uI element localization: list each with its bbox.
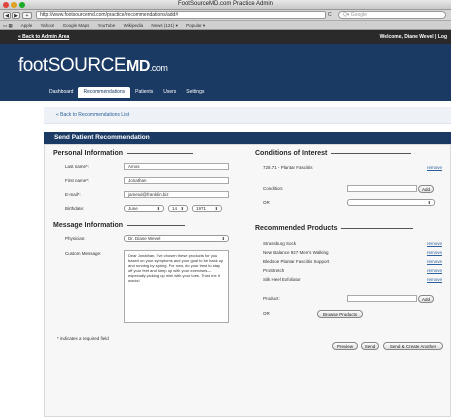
window-title: FootSourceMD.com Practice Admin <box>177 1 274 7</box>
remove-product-link[interactable]: remove <box>427 268 442 273</box>
product-item: Bledsoe Plantar Fasciitis Support <box>263 259 330 264</box>
email-field[interactable]: jamesd@franklin.biz <box>124 191 229 198</box>
bookmark-yahoo[interactable]: Yahoo! <box>40 23 54 28</box>
site-header: « Back to Admin Area Welcome, Diane Weve… <box>0 30 451 101</box>
bookmark-youtube[interactable]: YouTube <box>98 23 116 28</box>
birth-month-select[interactable]: June ⬍ <box>124 205 164 212</box>
remove-product-link[interactable]: remove <box>427 250 442 255</box>
product-or-label: OR <box>263 311 270 316</box>
product-item: ProStretch <box>263 268 285 273</box>
personal-info-heading: Personal Information <box>53 150 194 157</box>
address-bar[interactable]: http://www.footsourcemd.com/practice/rec… <box>36 11 326 19</box>
conditions-heading: Conditions of Interest <box>255 150 412 157</box>
first-name-label: First name*: <box>65 178 90 183</box>
main-nav: Dashboard Recommendations Patients Users… <box>44 87 209 98</box>
physician-label: Physician: <box>65 236 86 241</box>
main-content: « Back to Recommendations List Send Pati… <box>44 101 451 417</box>
chevron-down-icon: ⬍ <box>214 206 218 211</box>
condition-label: Condition: <box>263 186 284 191</box>
show-all-bookmarks-icon[interactable]: ▭ ▦ <box>3 23 13 28</box>
birthdate-label: Birthdate: <box>65 206 85 211</box>
product-item: Strassburg Sock <box>263 241 297 246</box>
remove-product-link[interactable]: remove <box>427 277 442 282</box>
first-name-field[interactable]: Jonathan <box>124 177 229 184</box>
remove-product-link[interactable]: remove <box>427 259 442 264</box>
reload-icon[interactable]: C <box>328 12 332 18</box>
condition-item: 728.71 - Plantar Fasciitis <box>263 165 313 170</box>
product-item: Silk Heel Exfoliator <box>263 277 301 282</box>
back-to-recommendations-link[interactable]: « Back to Recommendations List <box>44 107 451 124</box>
bookmark-news[interactable]: News (121) ▾ <box>151 23 178 28</box>
send-button[interactable]: Send <box>361 342 379 350</box>
last-name-label: Last name*: <box>65 164 90 169</box>
email-label: E-mail*: <box>65 192 81 197</box>
product-item: New Balance 927 Men's Walking <box>263 250 329 255</box>
bookmark-apple[interactable]: Apple <box>21 23 33 28</box>
tab-users[interactable]: Users <box>158 87 181 98</box>
condition-or-label: OR <box>263 200 270 205</box>
birth-day-select[interactable]: 14 ⬍ <box>168 205 188 212</box>
preview-button[interactable]: Preview <box>332 342 358 350</box>
product-input[interactable] <box>347 295 417 302</box>
welcome-text: Welcome, Diane Wevel | Log <box>379 34 447 40</box>
message-info-heading: Message Information <box>53 222 186 229</box>
condition-input[interactable] <box>347 185 417 192</box>
chevron-down-icon: ⬍ <box>156 206 160 211</box>
remove-condition-link[interactable]: remove <box>427 165 442 170</box>
bookmark-google-maps[interactable]: Google Maps <box>63 23 90 28</box>
physician-select[interactable]: Dr. Diane Wevel ⬍ <box>124 235 229 242</box>
last-name-field[interactable]: Amos <box>124 163 229 170</box>
tab-recommendations[interactable]: Recommendations <box>78 87 131 98</box>
back-to-admin-link[interactable]: « Back to Admin Area <box>18 30 69 44</box>
recommended-products-heading: Recommended Products <box>255 225 414 232</box>
back-arrow-icon[interactable]: ◀ <box>3 12 11 19</box>
chevron-down-icon: ⬍ <box>180 206 184 211</box>
page-title: Send Patient Recommendation <box>44 132 451 144</box>
chevron-down-icon: ⬍ <box>427 200 431 205</box>
condition-select[interactable]: ⬍ <box>347 199 435 206</box>
search-field[interactable]: Q▾ Google <box>338 11 446 19</box>
browse-products-button[interactable]: Browse Products <box>317 310 363 318</box>
birth-year-select[interactable]: 1971 ⬍ <box>192 205 222 212</box>
recommendation-form: Personal Information Last name*: Amos Fi… <box>44 144 451 417</box>
forward-arrow-icon[interactable]: ▶ <box>12 12 20 19</box>
add-bookmark-icon[interactable]: + <box>22 12 32 19</box>
bookmarks-bar: ▭ ▦ Apple Yahoo! Google Maps YouTube Wik… <box>0 21 451 30</box>
window-titlebar: FootSourceMD.com Practice Admin <box>0 0 451 10</box>
tab-patients[interactable]: Patients <box>130 87 158 98</box>
required-field-note: * indicates a required field <box>57 336 109 341</box>
send-create-another-button[interactable]: Send & Create Another <box>383 342 443 350</box>
product-label: Product: <box>263 296 280 301</box>
chevron-down-icon: ⬍ <box>221 236 225 241</box>
bookmark-wikipedia[interactable]: Wikipedia <box>124 23 144 28</box>
add-condition-button[interactable]: Add <box>418 185 434 193</box>
admin-topbar: « Back to Admin Area Welcome, Diane Weve… <box>0 30 451 44</box>
custom-message-textarea[interactable]: Dear Jonathan, I've chosen these product… <box>124 250 229 323</box>
tab-dashboard[interactable]: Dashboard <box>44 87 78 98</box>
site-logo: footSOURCEMD.com <box>18 55 168 76</box>
bookmark-popular[interactable]: Popular ▾ <box>186 23 205 28</box>
add-product-button[interactable]: Add <box>418 295 434 303</box>
custom-message-label: Custom Message: <box>65 251 102 256</box>
browser-toolbar: ◀ ▶ + http://www.footsourcemd.com/practi… <box>0 10 451 21</box>
tab-settings[interactable]: Settings <box>181 87 209 98</box>
remove-product-link[interactable]: remove <box>427 241 442 246</box>
